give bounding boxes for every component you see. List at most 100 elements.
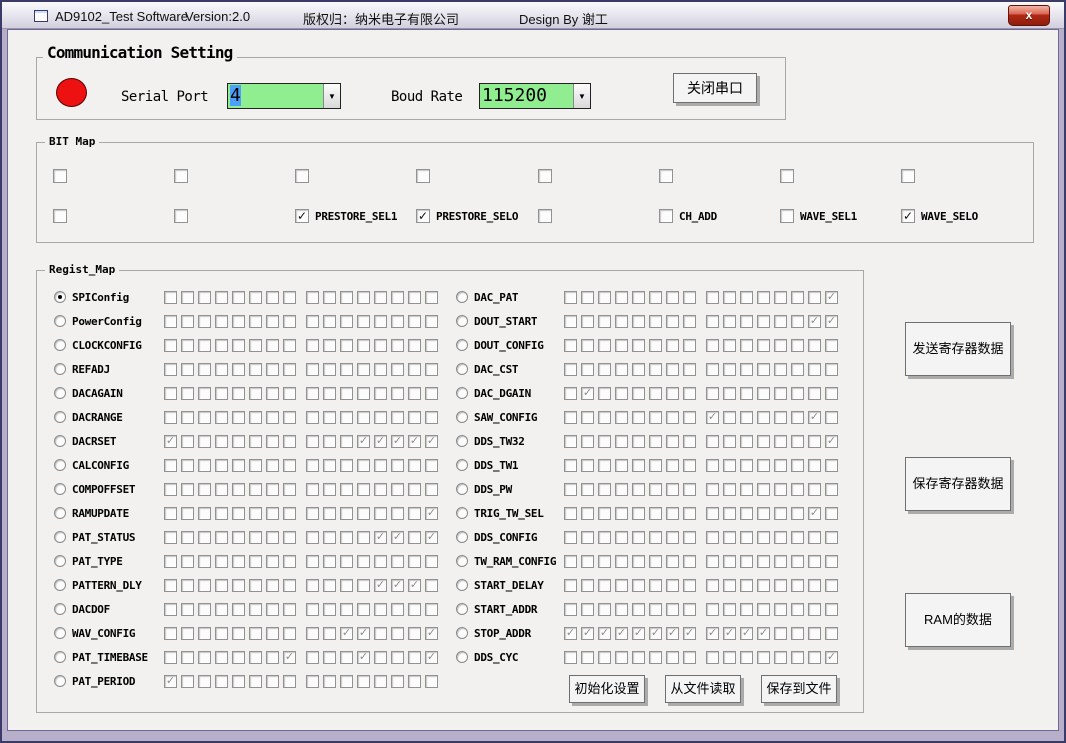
grid-checkbox[interactable]: ✓ (340, 626, 353, 640)
grid-checkbox[interactable] (215, 338, 228, 352)
grid-checkbox[interactable] (598, 602, 611, 616)
grid-checkbox[interactable] (283, 554, 296, 568)
grid-checkbox[interactable] (374, 362, 387, 376)
grid-checkbox[interactable] (564, 602, 577, 616)
grid-checkbox[interactable] (632, 434, 645, 448)
grid-checkbox[interactable] (740, 314, 753, 328)
grid-checkbox[interactable] (408, 530, 421, 544)
register-radio[interactable] (456, 603, 468, 615)
grid-checkbox[interactable]: ✓ (357, 434, 370, 448)
grid-checkbox[interactable] (306, 674, 319, 688)
grid-checkbox[interactable]: ✓ (649, 626, 662, 640)
grid-checkbox[interactable] (706, 578, 719, 592)
grid-checkbox[interactable]: ✓ (425, 650, 438, 664)
grid-checkbox[interactable] (598, 362, 611, 376)
grid-checkbox[interactable] (306, 458, 319, 472)
grid-checkbox[interactable] (391, 410, 404, 424)
grid-checkbox[interactable] (581, 554, 594, 568)
grid-checkbox[interactable] (340, 314, 353, 328)
grid-checkbox[interactable] (391, 650, 404, 664)
bit-checkbox[interactable] (659, 169, 673, 183)
grid-checkbox[interactable] (706, 554, 719, 568)
grid-checkbox[interactable] (825, 578, 838, 592)
bit-checkbox[interactable] (780, 169, 794, 183)
grid-checkbox[interactable] (723, 578, 736, 592)
grid-checkbox[interactable] (232, 650, 245, 664)
bit-checkbox[interactable] (174, 209, 188, 223)
grid-checkbox[interactable] (706, 362, 719, 376)
register-radio[interactable] (456, 315, 468, 327)
grid-checkbox[interactable] (425, 386, 438, 400)
grid-checkbox[interactable] (164, 626, 177, 640)
grid-checkbox[interactable] (425, 482, 438, 496)
grid-checkbox[interactable] (408, 314, 421, 328)
grid-checkbox[interactable] (340, 458, 353, 472)
grid-checkbox[interactable] (683, 482, 696, 496)
grid-checkbox[interactable] (632, 578, 645, 592)
grid-checkbox[interactable] (408, 410, 421, 424)
grid-checkbox[interactable] (564, 290, 577, 304)
grid-checkbox[interactable] (249, 674, 262, 688)
register-radio[interactable] (456, 483, 468, 495)
grid-checkbox[interactable] (615, 458, 628, 472)
grid-checkbox[interactable] (306, 338, 319, 352)
grid-checkbox[interactable]: ✓ (374, 578, 387, 592)
grid-checkbox[interactable] (306, 386, 319, 400)
grid-checkbox[interactable] (649, 362, 662, 376)
grid-checkbox[interactable] (374, 506, 387, 520)
grid-checkbox[interactable] (215, 674, 228, 688)
grid-checkbox[interactable] (266, 650, 279, 664)
grid-checkbox[interactable] (649, 338, 662, 352)
grid-checkbox[interactable] (266, 506, 279, 520)
grid-checkbox[interactable] (632, 458, 645, 472)
grid-checkbox[interactable] (666, 434, 679, 448)
grid-checkbox[interactable]: ✓ (706, 410, 719, 424)
grid-checkbox[interactable] (706, 338, 719, 352)
grid-checkbox[interactable] (649, 578, 662, 592)
grid-checkbox[interactable] (266, 362, 279, 376)
grid-checkbox[interactable] (564, 386, 577, 400)
grid-checkbox[interactable] (249, 506, 262, 520)
grid-checkbox[interactable] (249, 434, 262, 448)
grid-checkbox[interactable] (706, 314, 719, 328)
register-radio[interactable] (54, 291, 66, 303)
register-radio[interactable] (54, 555, 66, 567)
grid-checkbox[interactable] (740, 434, 753, 448)
register-radio[interactable] (456, 363, 468, 375)
grid-checkbox[interactable] (683, 602, 696, 616)
grid-checkbox[interactable]: ✓ (374, 434, 387, 448)
grid-checkbox[interactable] (425, 362, 438, 376)
grid-checkbox[interactable] (181, 362, 194, 376)
grid-checkbox[interactable]: ✓ (615, 626, 628, 640)
grid-checkbox[interactable] (283, 386, 296, 400)
register-radio[interactable] (54, 363, 66, 375)
grid-checkbox[interactable] (391, 674, 404, 688)
bit-checkbox[interactable] (295, 169, 309, 183)
grid-checkbox[interactable] (581, 410, 594, 424)
grid-checkbox[interactable] (666, 290, 679, 304)
grid-checkbox[interactable] (740, 530, 753, 544)
grid-checkbox[interactable]: ✓ (357, 650, 370, 664)
grid-checkbox[interactable] (706, 650, 719, 664)
grid-checkbox[interactable]: ✓ (632, 626, 645, 640)
grid-checkbox[interactable] (615, 482, 628, 496)
grid-checkbox[interactable]: ✓ (581, 626, 594, 640)
grid-checkbox[interactable] (306, 506, 319, 520)
grid-checkbox[interactable] (757, 290, 770, 304)
grid-checkbox[interactable] (666, 506, 679, 520)
grid-checkbox[interactable] (340, 362, 353, 376)
grid-checkbox[interactable] (723, 434, 736, 448)
grid-checkbox[interactable]: ✓ (164, 434, 177, 448)
register-radio[interactable] (54, 531, 66, 543)
grid-checkbox[interactable] (232, 626, 245, 640)
grid-checkbox[interactable] (683, 506, 696, 520)
grid-checkbox[interactable] (198, 290, 211, 304)
grid-checkbox[interactable] (374, 458, 387, 472)
grid-checkbox[interactable] (791, 410, 804, 424)
grid-checkbox[interactable]: ✓ (706, 626, 719, 640)
grid-checkbox[interactable] (581, 482, 594, 496)
grid-checkbox[interactable] (791, 626, 804, 640)
grid-checkbox[interactable] (323, 410, 336, 424)
grid-checkbox[interactable] (723, 650, 736, 664)
grid-checkbox[interactable] (425, 290, 438, 304)
